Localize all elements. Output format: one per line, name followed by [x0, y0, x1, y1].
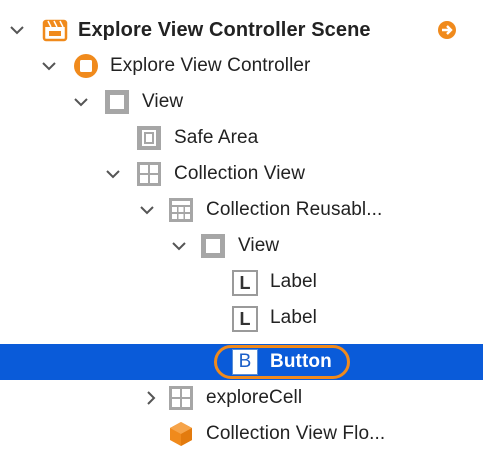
- label-icon: L: [232, 270, 258, 296]
- scene-title: Explore View Controller Scene: [78, 19, 371, 41]
- chevron-down-icon[interactable]: [40, 54, 58, 78]
- outline-item-label: Collection View: [174, 163, 306, 184]
- outline-row-collection-view[interactable]: Collection View: [0, 156, 483, 192]
- safe-area-icon: [136, 125, 162, 151]
- outline-item-label: View: [142, 91, 184, 112]
- button-icon: B: [232, 349, 258, 375]
- outline-row-view-controller[interactable]: Explore View Controller: [0, 48, 483, 84]
- collection-reusable-view-icon: [168, 197, 194, 223]
- outline-item-label: Label: [270, 307, 317, 328]
- chevron-down-icon[interactable]: [72, 90, 90, 114]
- chevron-down-icon[interactable]: [104, 162, 122, 186]
- outline-row-button[interactable]: B Button: [0, 344, 483, 380]
- outline-row-safe-area[interactable]: Safe Area: [0, 120, 483, 156]
- outline-row-scene[interactable]: Explore View Controller Scene: [0, 12, 483, 48]
- outline-item-label: Button: [270, 351, 332, 372]
- flow-layout-icon: [168, 421, 194, 447]
- chevron-down-icon[interactable]: [138, 198, 156, 222]
- outline-row-flow-layout[interactable]: Collection View Flo...: [0, 416, 483, 452]
- outline-item-label: Collection Reusabl...: [206, 199, 383, 220]
- outline-item-label: Safe Area: [174, 127, 259, 148]
- view-controller-icon: [73, 53, 99, 79]
- outline-item-label: View: [238, 235, 280, 256]
- outline-item-label: Label: [270, 271, 317, 292]
- outline-row-label-1[interactable]: L Label: [0, 264, 483, 300]
- outline-row-view[interactable]: View: [0, 84, 483, 120]
- view-icon: [104, 89, 130, 115]
- collection-view-icon: [136, 161, 162, 187]
- outline-item-label: Collection View Flo...: [206, 423, 386, 444]
- go-to-arrow-icon[interactable]: [437, 20, 457, 40]
- scene-icon: [42, 17, 68, 43]
- chevron-down-icon[interactable]: [170, 234, 188, 258]
- collection-view-cell-icon: [168, 385, 194, 411]
- outline-item-label: Explore View Controller: [110, 55, 311, 76]
- outline-row-label-2[interactable]: L Label: [0, 300, 483, 336]
- outline-row-explore-cell[interactable]: exploreCell: [0, 380, 483, 416]
- label-icon: L: [232, 306, 258, 332]
- document-outline: Explore View Controller Scene Explore Vi…: [0, 0, 483, 462]
- chevron-right-icon[interactable]: [142, 386, 160, 410]
- chevron-down-icon[interactable]: [8, 18, 26, 42]
- outline-row-collection-reusable-view[interactable]: Collection Reusabl...: [0, 192, 483, 228]
- view-icon: [200, 233, 226, 259]
- outline-row-view-nested[interactable]: View: [0, 228, 483, 264]
- outline-item-label: exploreCell: [206, 387, 303, 408]
